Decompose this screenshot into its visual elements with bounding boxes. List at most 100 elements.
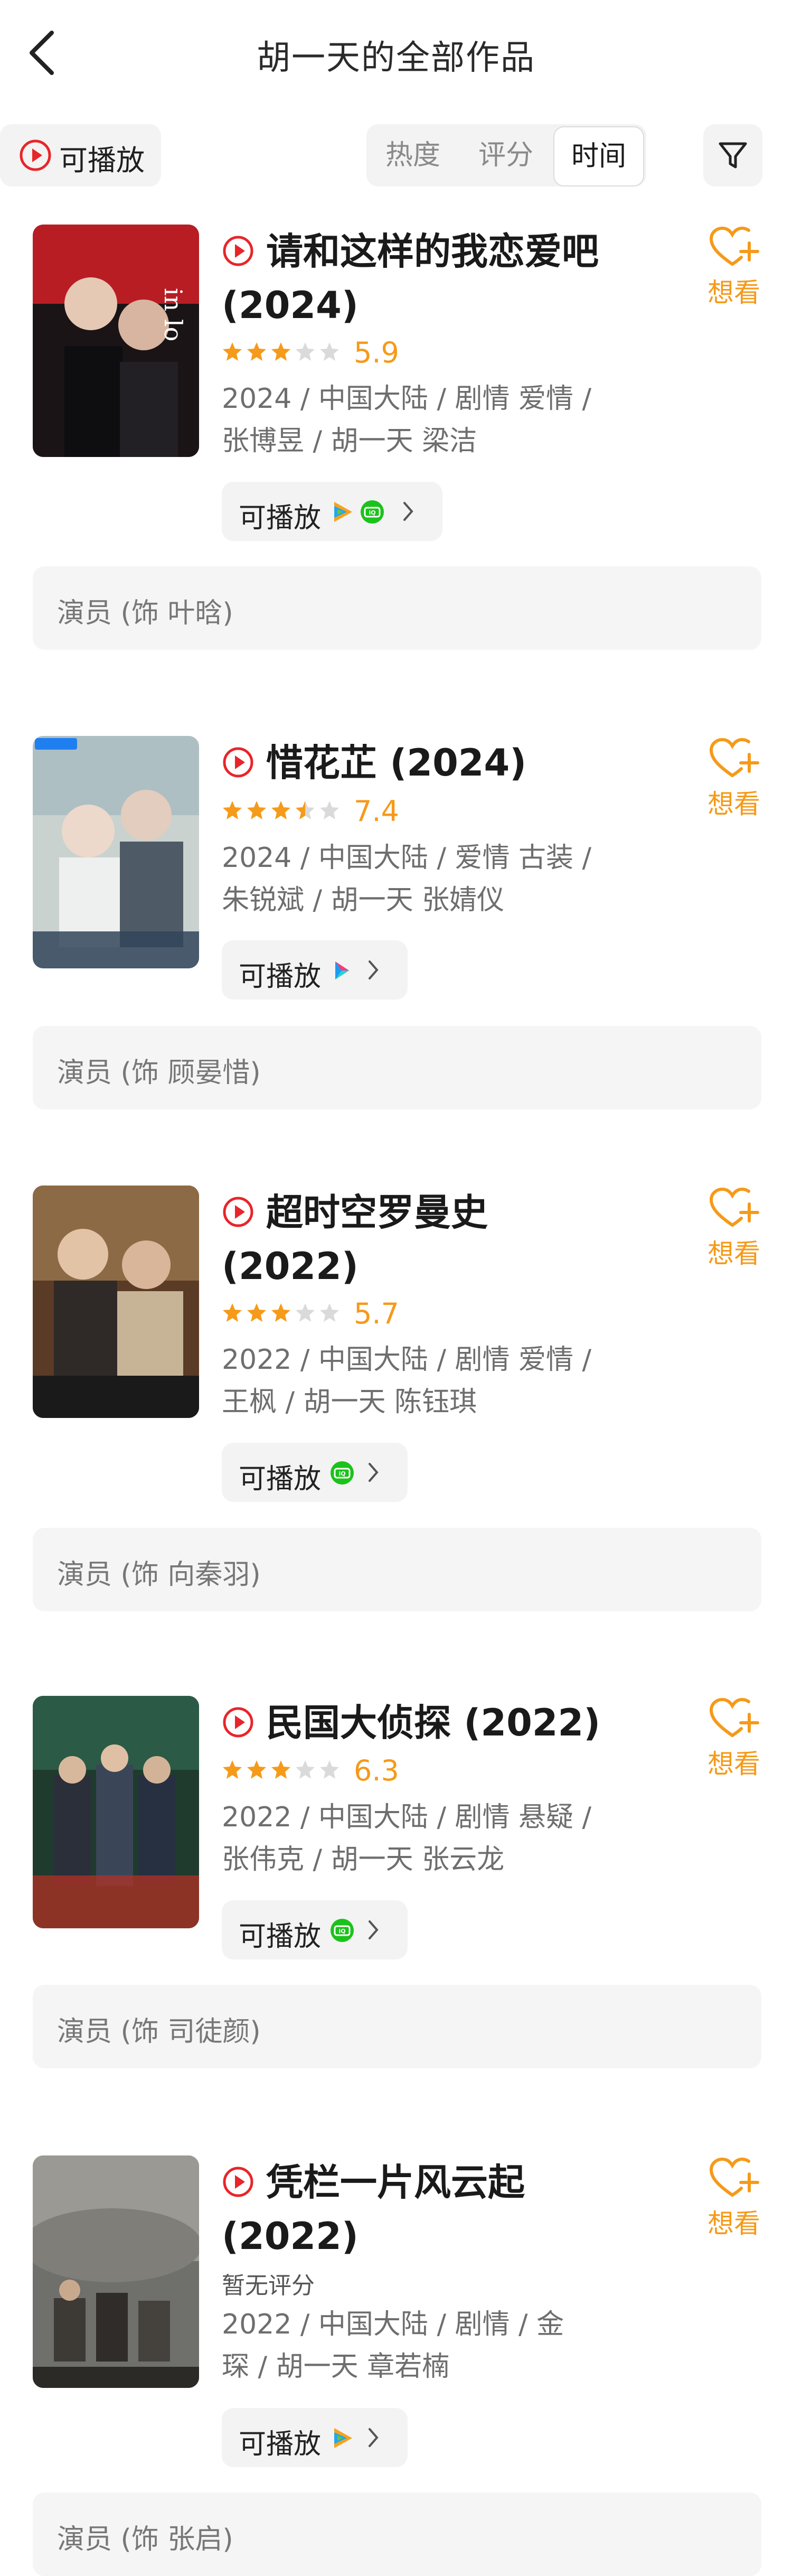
- rating-score: 6.3: [354, 1754, 399, 1787]
- tencent-video-icon: [334, 2428, 352, 2448]
- movie-title[interactable]: 惜花芷 (2024): [222, 736, 686, 790]
- role-info: 演员 (饰 司徒颜): [33, 1985, 761, 2068]
- movie-title[interactable]: 超时空罗曼史 (2022): [222, 1186, 686, 1293]
- playable-filter-label: 可播放: [59, 144, 145, 177]
- movie-title[interactable]: 凭栏一片风云起 (2022): [222, 2155, 686, 2263]
- role-text: 演员 (饰 叶晗): [57, 598, 233, 629]
- movie-meta: 2022 / 中国大陆 / 剧情 悬疑 / 张伟克 / 胡一天 张云龙: [222, 1802, 592, 1875]
- playable-platforms-button[interactable]: 可播放 iQ: [222, 1443, 408, 1502]
- playable-platforms-button[interactable]: 可播放 iQ: [222, 1900, 408, 1959]
- chevron-right-icon: [403, 502, 413, 521]
- rating-stars: 6.3: [222, 1754, 399, 1787]
- star-icon: [223, 342, 242, 361]
- role-text: 演员 (饰 向秦羽): [57, 1559, 261, 1591]
- star-icon: [296, 1303, 315, 1322]
- play-circle-icon: [223, 2167, 253, 2197]
- movie-poster[interactable]: [33, 1696, 199, 1928]
- star-icon: [247, 342, 266, 361]
- star-icon: [247, 1760, 266, 1779]
- star-icon: [223, 1303, 242, 1322]
- no-rating-text: 暂无评分: [222, 2272, 315, 2299]
- svg-text:iQ: iQ: [338, 1470, 345, 1477]
- iqiyi-icon: iQ: [361, 500, 384, 524]
- chevron-right-icon: [369, 1920, 379, 1939]
- youku-icon: [335, 962, 349, 979]
- star-icon: [247, 1303, 266, 1322]
- want-to-watch-button[interactable]: 想看: [702, 1186, 766, 1271]
- star-icon: [320, 1760, 339, 1779]
- rating-score: 5.9: [354, 336, 399, 369]
- star-icon: [271, 1760, 290, 1779]
- chevron-right-icon: [369, 1463, 379, 1482]
- playable-platforms-button[interactable]: 可播放: [222, 2408, 408, 2467]
- rating-score: 7.4: [354, 795, 399, 828]
- playable-platforms-button[interactable]: 可播放: [222, 940, 408, 1000]
- tencent-video-icon: [334, 502, 352, 522]
- sort-tab-popularity[interactable]: 热度: [385, 124, 440, 186]
- role-text: 演员 (饰 张启): [57, 2524, 233, 2555]
- chevron-right-icon: [369, 2428, 379, 2447]
- movie-meta: 2022 / 中国大陆 / 剧情 / 金琛 / 胡一天 章若楠: [222, 2309, 564, 2383]
- movie-title[interactable]: 请和这样的我恋爱吧 (2024): [222, 225, 686, 332]
- want-to-watch-button[interactable]: 想看: [702, 1696, 766, 1781]
- rating-stars: 5.7: [222, 1297, 399, 1330]
- movie-poster[interactable]: [33, 2155, 199, 2388]
- rating-stars: 7.4: [222, 795, 399, 828]
- sort-tabs: 热度 评分 时间: [366, 124, 646, 186]
- want-to-watch-label: 想看: [708, 277, 760, 308]
- want-to-watch-button[interactable]: 想看: [702, 2156, 766, 2241]
- movie-title[interactable]: 民国大侦探 (2022): [222, 1696, 686, 1750]
- heart-plus-icon: [709, 1697, 759, 1737]
- playable-label: 可播放: [239, 1921, 322, 1953]
- want-to-watch-label: 想看: [708, 1749, 760, 1779]
- playable-platforms-button[interactable]: 可播放 iQ: [222, 482, 442, 541]
- role-info: 演员 (饰 张启): [33, 2493, 761, 2576]
- want-to-watch-button[interactable]: 想看: [702, 736, 766, 821]
- sort-tab-time[interactable]: 时间: [553, 126, 644, 186]
- want-to-watch-label: 想看: [708, 2208, 760, 2239]
- play-circle-icon: [223, 236, 253, 266]
- star-icon: [296, 1760, 315, 1779]
- iqiyi-icon: iQ: [331, 1919, 354, 1942]
- want-to-watch-button[interactable]: 想看: [702, 225, 766, 310]
- star-icon: [296, 801, 315, 819]
- want-to-watch-label: 想看: [708, 1238, 760, 1269]
- playable-filter-button[interactable]: 可播放: [0, 124, 161, 186]
- movie-poster[interactable]: [33, 1186, 199, 1418]
- play-circle-icon: [223, 1707, 253, 1738]
- role-text: 演员 (饰 顾晏惜): [57, 1057, 261, 1089]
- playable-label: 可播放: [239, 1463, 322, 1495]
- role-text: 演员 (饰 司徒颜): [57, 2016, 261, 2048]
- movie-meta: 2022 / 中国大陆 / 剧情 爱情 / 王枫 / 胡一天 陈钰琪: [222, 1344, 592, 1418]
- playable-label: 可播放: [239, 502, 322, 534]
- chevron-right-icon: [369, 960, 379, 979]
- rating-score: 5.7: [354, 1297, 399, 1330]
- svg-text:in lo: in lo: [159, 288, 187, 341]
- filter-button[interactable]: [703, 124, 762, 186]
- iqiyi-icon: iQ: [331, 1461, 354, 1485]
- role-info: 演员 (饰 向秦羽): [33, 1528, 761, 1611]
- movie-meta: 2024 / 中国大陆 / 剧情 爱情 / 张博昱 / 胡一天 梁洁: [222, 383, 592, 457]
- playable-label: 可播放: [239, 961, 322, 993]
- star-icon: [271, 1303, 290, 1322]
- heart-plus-icon: [709, 1187, 759, 1227]
- star-icon: [320, 342, 339, 361]
- want-to-watch-label: 想看: [708, 789, 760, 819]
- funnel-icon: [719, 142, 747, 169]
- heart-plus-icon: [709, 226, 759, 266]
- star-icon: [223, 801, 242, 819]
- star-icon: [320, 801, 339, 819]
- star-icon: [320, 1303, 339, 1322]
- movie-poster[interactable]: in lo: [33, 225, 199, 457]
- star-icon: [223, 1760, 242, 1779]
- movie-poster[interactable]: [33, 736, 199, 968]
- star-icon: [271, 342, 290, 361]
- svg-text:iQ: iQ: [369, 509, 375, 516]
- play-circle-icon: [223, 747, 253, 778]
- movie-meta: 2024 / 中国大陆 / 爱情 古装 / 朱锐斌 / 胡一天 张婧仪: [222, 842, 592, 916]
- heart-plus-icon: [709, 738, 759, 777]
- star-icon: [296, 342, 315, 361]
- svg-text:iQ: iQ: [338, 1928, 345, 1935]
- sort-tab-rating[interactable]: 评分: [478, 124, 533, 186]
- rating-stars: 5.9: [222, 336, 399, 369]
